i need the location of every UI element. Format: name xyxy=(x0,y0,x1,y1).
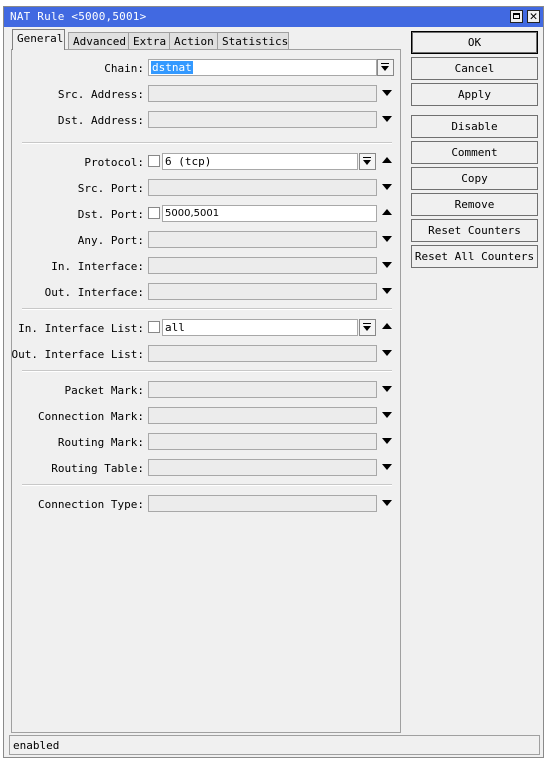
src-port-label: Src. Port: xyxy=(77,182,144,195)
src-address-field[interactable] xyxy=(148,85,377,102)
packet-mark-expand-icon[interactable] xyxy=(382,386,392,392)
dst-port-collapse-icon[interactable] xyxy=(382,209,392,215)
protocol-negate-checkbox[interactable] xyxy=(148,155,160,167)
dst-address-expand-icon[interactable] xyxy=(382,116,392,122)
ok-button[interactable]: OK xyxy=(411,31,538,54)
window-title: NAT Rule <5000,5001> xyxy=(10,10,147,23)
in-interface-list-dropdown-icon[interactable] xyxy=(359,319,376,336)
src-address-expand-icon[interactable] xyxy=(382,90,392,96)
protocol-value: 6 (tcp) xyxy=(165,155,212,168)
packet-mark-field[interactable] xyxy=(148,381,377,398)
routing-mark-label: Routing Mark: xyxy=(57,436,144,449)
any-port-field[interactable] xyxy=(148,231,377,248)
comment-button[interactable]: Comment xyxy=(411,141,538,164)
separator xyxy=(22,370,392,372)
status-bar: enabled xyxy=(9,735,540,755)
src-port-field[interactable] xyxy=(148,179,377,196)
remove-button[interactable]: Remove xyxy=(411,193,538,216)
protocol-row: Protocol: 6 (tcp) xyxy=(12,152,402,172)
connection-mark-label: Connection Mark: xyxy=(38,410,144,423)
src-address-row: Src. Address: xyxy=(12,84,402,104)
packet-mark-row: Packet Mark: xyxy=(12,380,402,400)
maximize-icon[interactable] xyxy=(510,10,523,23)
out-interface-list-row: Out. Interface List: xyxy=(12,344,402,364)
out-interface-list-label: Out. Interface List: xyxy=(11,348,144,361)
tab-advanced[interactable]: Advanced xyxy=(68,32,129,50)
out-interface-list-field[interactable] xyxy=(148,345,377,362)
tab-action[interactable]: Action xyxy=(169,32,218,50)
dst-port-field[interactable]: 5000,5001 xyxy=(162,205,377,222)
out-interface-label: Out. Interface: xyxy=(44,286,144,299)
reset-all-counters-button[interactable]: Reset All Counters xyxy=(411,245,538,268)
in-interface-list-collapse-icon[interactable] xyxy=(382,323,392,329)
in-interface-list-value: all xyxy=(165,321,185,334)
out-interface-expand-icon[interactable] xyxy=(382,288,392,294)
protocol-field[interactable]: 6 (tcp) xyxy=(162,153,358,170)
connection-mark-field[interactable] xyxy=(148,407,377,424)
nat-rule-window: NAT Rule <5000,5001> ✕ General Advanced … xyxy=(3,6,544,758)
chain-value: dstnat xyxy=(151,61,193,74)
in-interface-row: In. Interface: xyxy=(12,256,402,276)
general-panel: Chain: dstnat Src. Address: Dst. Address… xyxy=(11,49,401,733)
any-port-row: Any. Port: xyxy=(12,230,402,250)
chain-label: Chain: xyxy=(104,62,144,75)
packet-mark-label: Packet Mark: xyxy=(64,384,144,397)
close-icon[interactable]: ✕ xyxy=(527,10,540,23)
protocol-collapse-icon[interactable] xyxy=(382,157,392,163)
protocol-label: Protocol: xyxy=(84,156,144,169)
connection-type-expand-icon[interactable] xyxy=(382,500,392,506)
tab-extra[interactable]: Extra xyxy=(128,32,170,50)
dst-port-row: Dst. Port: 5000,5001 xyxy=(12,204,402,224)
separator xyxy=(22,142,392,144)
any-port-label: Any. Port: xyxy=(77,234,144,247)
reset-counters-button[interactable]: Reset Counters xyxy=(411,219,538,242)
routing-mark-field[interactable] xyxy=(148,433,377,450)
out-interface-field[interactable] xyxy=(148,283,377,300)
routing-table-expand-icon[interactable] xyxy=(382,464,392,470)
connection-type-label: Connection Type: xyxy=(38,498,144,511)
dst-port-label: Dst. Port: xyxy=(77,208,144,221)
chain-row: Chain: dstnat xyxy=(12,58,402,78)
in-interface-list-row: In. Interface List: all xyxy=(12,318,402,338)
separator xyxy=(22,308,392,310)
apply-button[interactable]: Apply xyxy=(411,83,538,106)
connection-type-row: Connection Type: xyxy=(12,494,402,514)
tab-general[interactable]: General xyxy=(12,29,65,50)
out-interface-row: Out. Interface: xyxy=(12,282,402,302)
title-bar[interactable]: NAT Rule <5000,5001> ✕ xyxy=(4,7,543,27)
protocol-dropdown-icon[interactable] xyxy=(359,153,376,170)
dst-port-negate-checkbox[interactable] xyxy=(148,207,160,219)
chain-dropdown-icon[interactable] xyxy=(377,59,394,76)
out-interface-list-expand-icon[interactable] xyxy=(382,350,392,356)
chain-field[interactable]: dstnat xyxy=(148,59,377,76)
dst-port-value: 5000,5001 xyxy=(165,208,220,219)
connection-mark-row: Connection Mark: xyxy=(12,406,402,426)
in-interface-label: In. Interface: xyxy=(51,260,144,273)
copy-button[interactable]: Copy xyxy=(411,167,538,190)
in-interface-expand-icon[interactable] xyxy=(382,262,392,268)
connection-mark-expand-icon[interactable] xyxy=(382,412,392,418)
in-interface-list-negate-checkbox[interactable] xyxy=(148,321,160,333)
separator xyxy=(22,484,392,486)
in-interface-field[interactable] xyxy=(148,257,377,274)
in-interface-list-label: In. Interface List: xyxy=(18,322,144,335)
routing-table-field[interactable] xyxy=(148,459,377,476)
routing-mark-row: Routing Mark: xyxy=(12,432,402,452)
status-text: enabled xyxy=(13,739,60,752)
routing-table-row: Routing Table: xyxy=(12,458,402,478)
disable-button[interactable]: Disable xyxy=(411,115,538,138)
routing-mark-expand-icon[interactable] xyxy=(382,438,392,444)
in-interface-list-field[interactable]: all xyxy=(162,319,358,336)
any-port-expand-icon[interactable] xyxy=(382,236,392,242)
tab-statistics[interactable]: Statistics xyxy=(217,32,289,50)
connection-type-field[interactable] xyxy=(148,495,377,512)
dst-address-row: Dst. Address: xyxy=(12,110,402,130)
cancel-button[interactable]: Cancel xyxy=(411,57,538,80)
src-address-label: Src. Address: xyxy=(57,88,144,101)
src-port-expand-icon[interactable] xyxy=(382,184,392,190)
dst-address-field[interactable] xyxy=(148,111,377,128)
src-port-row: Src. Port: xyxy=(12,178,402,198)
dst-address-label: Dst. Address: xyxy=(57,114,144,127)
routing-table-label: Routing Table: xyxy=(51,462,144,475)
